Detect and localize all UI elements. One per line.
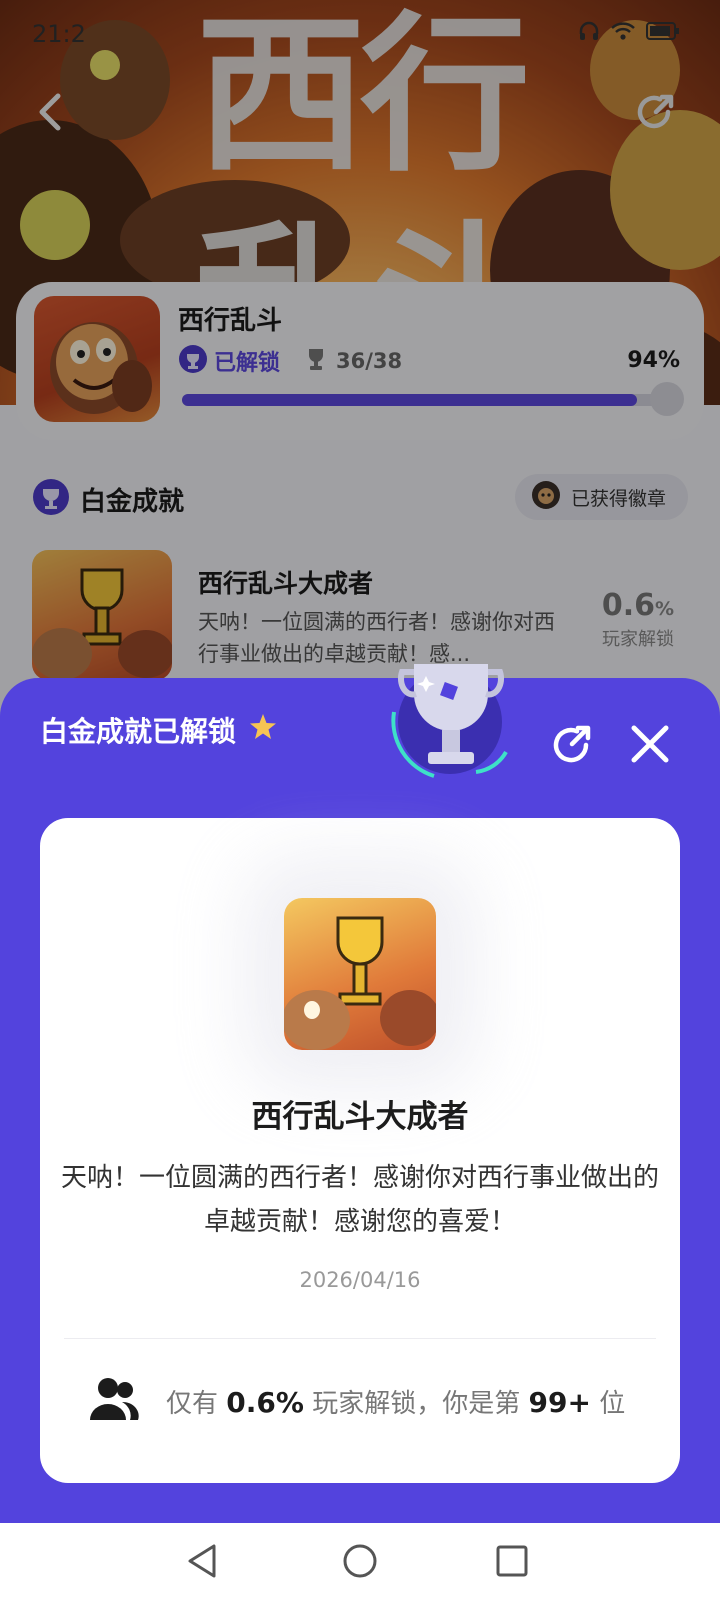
nav-home-icon[interactable]	[340, 1541, 380, 1581]
detail-title: 西行乱斗大成者	[251, 1099, 469, 1135]
unlock-stats-text: 仅有 0.6% 玩家解锁，你是第 99+ 位	[166, 1383, 625, 1420]
star-icon	[248, 712, 278, 749]
unlock-date: 2026/04/16	[299, 1268, 421, 1292]
system-nav-bar	[0, 1523, 720, 1600]
achievement-detail-card: 西行乱斗大成者 天呐！一位圆满的西行者！感谢你对西行事业做出的卓越贡献！感谢您的…	[40, 818, 680, 1483]
divider	[64, 1338, 656, 1339]
unlock-stats-row: 仅有 0.6% 玩家解锁，你是第 99+ 位	[88, 1376, 625, 1426]
trophy-icon	[384, 642, 524, 782]
stats-suffix: 位	[599, 1388, 626, 1419]
close-icon[interactable]	[628, 722, 672, 766]
nav-recents-icon[interactable]	[492, 1541, 532, 1581]
sheet-share-icon[interactable]	[548, 720, 596, 768]
detail-description: 天呐！一位圆满的西行者！感谢你对西行事业做出的卓越贡献！感谢您的喜爱！	[60, 1163, 659, 1237]
sheet-title: 白金成就已解锁	[40, 715, 237, 748]
users-icon	[88, 1376, 140, 1426]
platinum-unlocked-sheet: 白金成就已解锁 西行乱斗大成者 天呐！一位圆满的西行者！感谢你对西行事业做出的卓…	[0, 664, 720, 1523]
stats-prefix: 仅有	[166, 1388, 219, 1419]
achievement-detail-image	[284, 898, 436, 1050]
stats-middle: 玩家解锁，你是第	[312, 1388, 521, 1419]
nav-back-icon[interactable]	[184, 1541, 224, 1581]
stats-percent: 0.6%	[226, 1385, 304, 1419]
sheet-title-row: 白金成就已解锁	[40, 710, 278, 750]
stats-rank: 99+	[528, 1385, 591, 1419]
